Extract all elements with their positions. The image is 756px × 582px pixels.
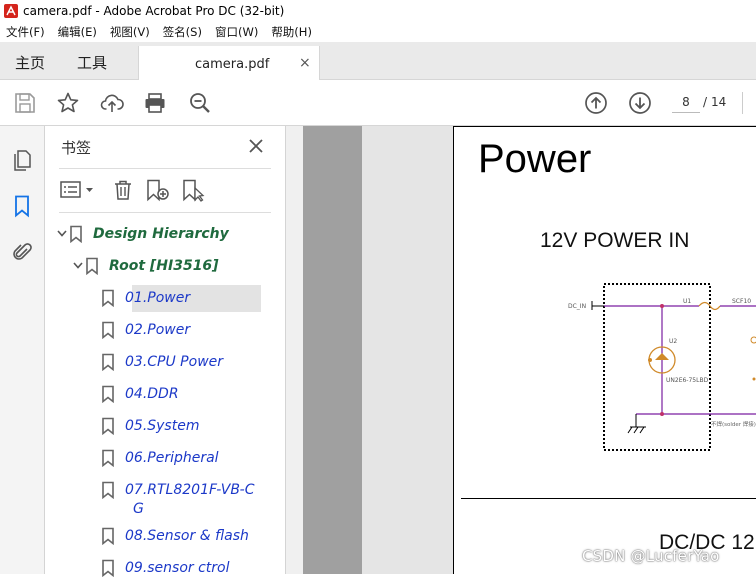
close-panel-icon[interactable] — [246, 136, 266, 156]
bookmark-icon — [102, 417, 114, 435]
delete-bookmark-icon[interactable] — [111, 178, 135, 202]
star-icon[interactable] — [56, 91, 80, 115]
pdf-page: Power 12V POWER IN DC_IN U1 SCF10 U2 UN2… — [453, 126, 756, 574]
page-separator: / — [703, 95, 708, 109]
menu-view[interactable]: 视图(V) — [110, 24, 150, 40]
menu-window[interactable]: 窗口(W) — [215, 24, 258, 40]
tab-document-label: camera.pdf — [195, 57, 270, 72]
bookmark-icon — [102, 289, 114, 307]
panel-divider-2 — [59, 212, 271, 213]
bookmark-label: 01.Power — [125, 290, 191, 306]
bookmark-item[interactable]: 04.DDR — [87, 380, 179, 408]
scf-label: SCF10 — [732, 298, 751, 305]
bookmark-icon — [102, 321, 114, 339]
part-label: UN2E6-75LBD — [666, 377, 709, 384]
bookmark-options-icon[interactable] — [59, 178, 99, 202]
new-bookmark-icon[interactable] — [145, 178, 171, 202]
title-bar: camera.pdf - Adobe Acrobat Pro DC (32-bi… — [0, 0, 756, 22]
print-icon[interactable] — [143, 91, 167, 115]
attachment-icon[interactable] — [10, 240, 34, 264]
save-icon[interactable] — [13, 91, 37, 115]
page-total-value: 14 — [711, 95, 727, 109]
left-rail — [0, 126, 45, 574]
bookmark-label: 06.Peripheral — [125, 450, 219, 466]
tab-tools[interactable]: 工具 — [77, 52, 107, 73]
section-divider — [461, 498, 756, 499]
toolbar: 8 /14 — [0, 80, 756, 126]
page-up-icon[interactable] — [584, 91, 608, 115]
bookmark-label: 07.RTL8201F-VB-C — [125, 482, 255, 498]
page-number-input[interactable]: 8 — [672, 91, 700, 113]
toolbar-divider — [742, 92, 743, 114]
panel-scrollbar[interactable] — [286, 126, 303, 574]
upload-icon[interactable] — [100, 91, 124, 115]
bookmark-icon — [102, 559, 114, 577]
solder-note: 不焊(solder 焊接) — [711, 420, 756, 428]
menu-bar: 文件(F) 编辑(E) 视图(V) 签名(S) 窗口(W) 帮助(H) — [0, 22, 756, 42]
bookmark-label: 02.Power — [125, 322, 191, 338]
bookmark-from-selection-icon[interactable] — [181, 178, 207, 202]
bookmark-item[interactable]: 02.Power — [87, 316, 190, 344]
pages-thumbnails-icon[interactable] — [10, 148, 34, 172]
menu-help[interactable]: 帮助(H) — [271, 24, 312, 40]
menu-edit[interactable]: 编辑(E) — [58, 24, 97, 40]
bookmarks-panel: 书签 Design Hierarchy Root [HI3516] 01.Power… — [45, 126, 286, 577]
bookmark-icon — [102, 449, 114, 467]
bookmark-icon — [70, 225, 82, 243]
expand-chevron-icon[interactable] — [71, 259, 85, 274]
canvas-gutter — [303, 126, 362, 574]
page-total: /14 — [703, 95, 726, 109]
bookmark-label: 08.Sensor & flash — [125, 528, 249, 544]
bookmark-label-continued: G — [133, 501, 144, 517]
bookmark-item[interactable]: 08.Sensor & flash — [87, 522, 249, 550]
bookmark-item[interactable]: 09.sensor ctrol — [87, 554, 230, 582]
bookmark-item[interactable]: Design Hierarchy — [55, 220, 229, 248]
tab-bar: 主页 工具 camera.pdf × — [0, 42, 756, 81]
bookmark-item[interactable]: 01.Power — [87, 284, 190, 312]
bookmark-icon — [102, 385, 114, 403]
bookmark-label: Root [HI3516] — [109, 258, 219, 274]
bookmark-item[interactable]: 05.System — [87, 412, 199, 440]
bookmark-item[interactable]: 07.RTL8201F-VB-C — [87, 476, 255, 504]
panel-title: 书签 — [61, 139, 92, 157]
bookmark-icon — [102, 353, 114, 371]
tab-document[interactable]: camera.pdf × — [138, 46, 320, 81]
bookmark-icon — [102, 527, 114, 545]
panel-divider — [59, 168, 271, 169]
watermark: CSDN @LucferYao — [582, 547, 720, 565]
bookmarks-icon[interactable] — [10, 194, 34, 218]
zoom-out-icon[interactable] — [188, 91, 212, 115]
close-tab-icon[interactable]: × — [299, 55, 311, 71]
tab-home[interactable]: 主页 — [15, 52, 45, 73]
bookmark-item[interactable]: 06.Peripheral — [87, 444, 219, 472]
window-title: camera.pdf - Adobe Acrobat Pro DC (32-bi… — [23, 4, 285, 18]
net-label-dc-in: DC_IN — [568, 303, 586, 310]
bookmark-item[interactable]: 03.CPU Power — [87, 348, 223, 376]
bookmark-icon — [86, 257, 98, 275]
acrobat-app-icon — [4, 4, 18, 18]
schematic: DC_IN U1 SCF10 U2 UN2E6-75LBD 不焊(solder … — [568, 283, 756, 451]
bookmark-label: Design Hierarchy — [93, 226, 229, 242]
menu-file[interactable]: 文件(F) — [6, 24, 45, 40]
bookmark-item[interactable]: Root [HI3516] — [71, 252, 219, 280]
bookmark-label: 05.System — [125, 418, 200, 434]
u1-label: U1 — [683, 298, 691, 305]
bookmark-label: 04.DDR — [125, 386, 179, 402]
menu-sign[interactable]: 签名(S) — [163, 24, 202, 40]
expand-chevron-icon[interactable] — [55, 227, 69, 242]
bookmark-label: 03.CPU Power — [125, 354, 224, 370]
bookmark-icon — [102, 481, 114, 499]
page-down-icon[interactable] — [628, 91, 652, 115]
u2-label: U2 — [669, 338, 677, 345]
